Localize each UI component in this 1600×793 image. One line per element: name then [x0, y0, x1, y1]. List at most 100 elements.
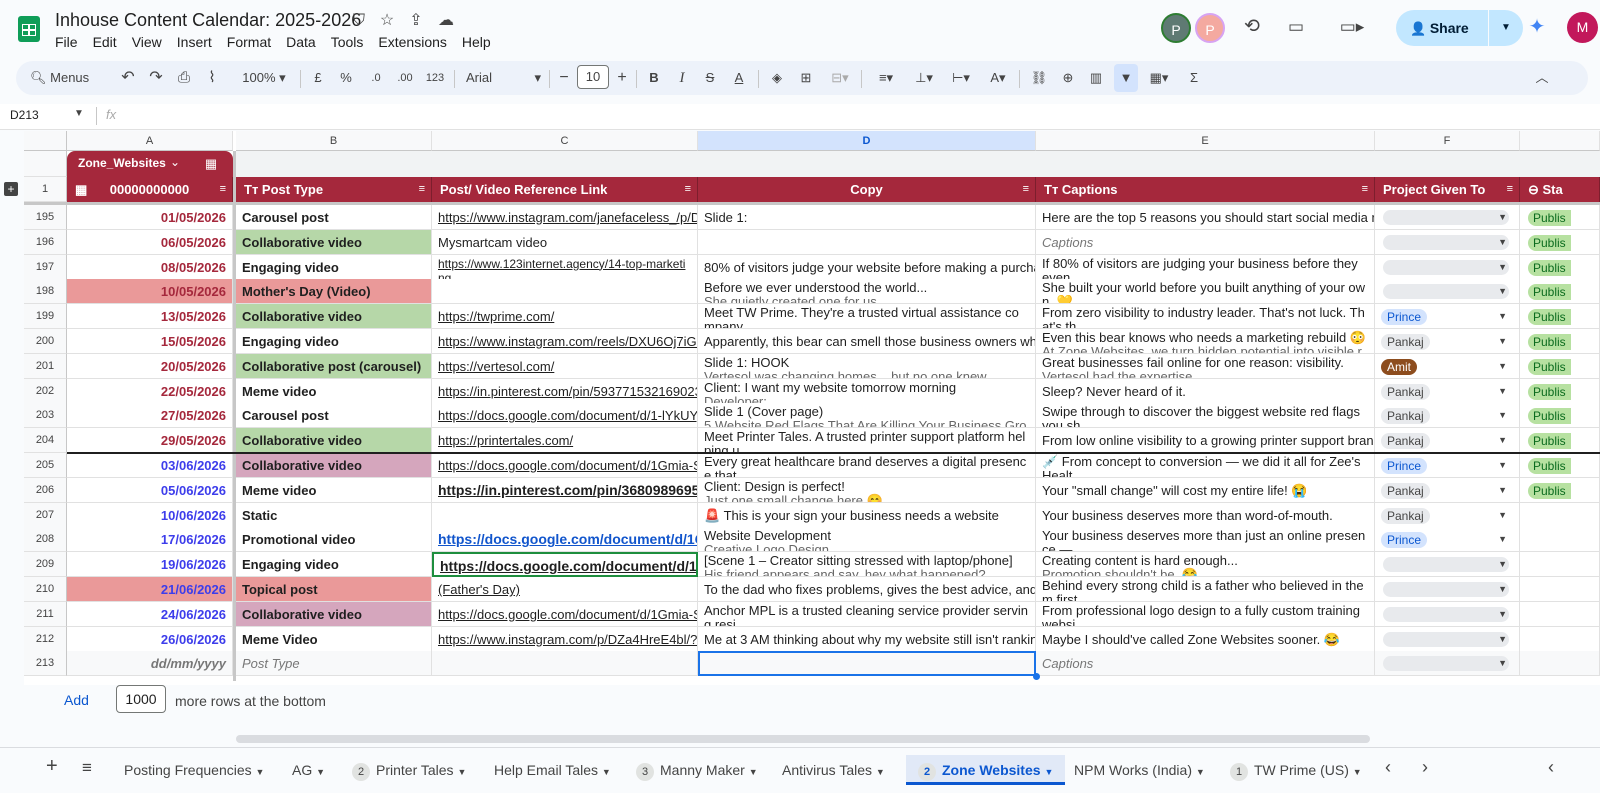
reference-link-cell[interactable]: https://www.instagram.com/janefaceless_/…: [432, 205, 698, 230]
date-cell[interactable]: 05/06/2026: [67, 477, 233, 503]
caption-cell[interactable]: Here are the top 5 reasons you should st…: [1036, 205, 1375, 230]
project-cell[interactable]: Pankaj ▼: [1375, 403, 1520, 429]
cloud-icon[interactable]: ☁: [436, 11, 456, 31]
row-number[interactable]: 210: [24, 577, 67, 602]
strikethrough-icon[interactable]: S: [702, 61, 718, 95]
copy-cell[interactable]: Meet TW Prime. They're a trusted virtual…: [698, 304, 1036, 330]
post-type-cell[interactable]: Engaging video: [236, 552, 432, 578]
sheet-tab[interactable]: NPM Works (India) ▼: [1062, 755, 1217, 785]
status-cell[interactable]: Publis: [1520, 304, 1600, 330]
caption-cell[interactable]: If 80% of visitors are judging your busi…: [1036, 254, 1375, 280]
reference-link-cell[interactable]: https://vertesol.com/: [432, 353, 698, 379]
caption-cell[interactable]: Your "small change" will cost my entire …: [1036, 477, 1375, 503]
name-box[interactable]: D213: [10, 108, 39, 122]
post-type-cell[interactable]: Promotional video: [236, 527, 432, 553]
name-box-dropdown-icon[interactable]: ▼: [74, 108, 84, 119]
project-cell[interactable]: ▼: [1375, 626, 1520, 652]
project-cell[interactable]: Pankaj ▼: [1375, 428, 1520, 454]
status-cell[interactable]: Publis: [1520, 229, 1600, 255]
sheet-tab[interactable]: Antivirus Tales ▼: [770, 755, 897, 785]
date-cell[interactable]: 27/05/2026: [67, 403, 233, 429]
header-status[interactable]: ⊖ Sta: [1520, 177, 1600, 202]
post-type-cell[interactable]: Engaging video: [236, 254, 432, 280]
header-date[interactable]: ▦ 00000000000 ≡: [67, 177, 233, 202]
status-cell[interactable]: [1520, 502, 1600, 528]
post-type-cell[interactable]: Carousel post: [236, 205, 432, 230]
post-type-cell[interactable]: Meme video: [236, 477, 432, 503]
sheet-tab[interactable]: AG ▼: [280, 755, 337, 785]
caption-cell[interactable]: Sleep? Never heard of it.: [1036, 378, 1375, 404]
functions-icon[interactable]: Σ: [1184, 61, 1204, 95]
status-cell[interactable]: [1520, 601, 1600, 627]
merge-cells-icon[interactable]: ⊟▾: [827, 61, 853, 95]
date-cell[interactable]: 29/05/2026: [67, 428, 233, 454]
project-cell[interactable]: ▼: [1375, 279, 1520, 305]
copy-cell[interactable]: Apparently, this bear can smell those bu…: [698, 329, 1036, 354]
borders-icon[interactable]: ⊞: [797, 61, 815, 95]
row-number[interactable]: 204: [24, 428, 67, 454]
project-cell[interactable]: ▼: [1375, 601, 1520, 627]
menu-format[interactable]: Format: [227, 33, 271, 51]
font-size-decrease[interactable]: −: [556, 61, 572, 95]
project-cell[interactable]: ▼: [1375, 205, 1520, 230]
copy-cell[interactable]: Meet Printer Tales. A trusted printer su…: [698, 428, 1036, 454]
text-color-icon[interactable]: A: [730, 61, 748, 95]
project-cell[interactable]: ▼: [1375, 552, 1520, 578]
row-number[interactable]: 205: [24, 453, 67, 478]
project-cell[interactable]: Pankaj ▼: [1375, 477, 1520, 503]
row-number[interactable]: 198: [24, 279, 67, 305]
menu-tools[interactable]: Tools: [331, 33, 364, 51]
header-project-given-to[interactable]: Project Given To ≡: [1375, 177, 1520, 202]
date-cell[interactable]: 13/05/2026: [67, 304, 233, 330]
row-number[interactable]: 209: [24, 552, 67, 578]
post-type-cell[interactable]: Meme video: [236, 378, 432, 404]
header-copy[interactable]: Copy ≡: [698, 177, 1036, 202]
caption-cell[interactable]: Your business deserves more than just an…: [1036, 527, 1375, 553]
header-captions[interactable]: Tт Captions ≡: [1036, 177, 1375, 202]
paint-format-icon[interactable]: ⌇: [202, 61, 222, 95]
caption-cell[interactable]: Captions: [1036, 651, 1375, 677]
reference-link-cell[interactable]: https://www.instagram.com/reels/DXU6Oj7i…: [432, 329, 698, 354]
status-cell[interactable]: [1520, 527, 1600, 553]
copy-cell[interactable]: Anchor MPL is a trusted cleaning service…: [698, 601, 1036, 627]
comment-icon[interactable]: ▭: [1286, 17, 1306, 37]
date-cell[interactable]: 20/05/2026: [67, 353, 233, 379]
undo-icon[interactable]: ↶: [118, 61, 138, 95]
chart-icon[interactable]: ▥: [1086, 61, 1106, 95]
sheet-tab[interactable]: Posting Frequencies ▼: [112, 755, 276, 785]
caption-cell[interactable]: Even this bear knows who needs a marketi…: [1036, 329, 1375, 354]
reference-link-cell[interactable]: https://docs.google.com/document/d/1Gmia…: [432, 453, 698, 478]
print-icon[interactable]: ⎙: [174, 61, 194, 95]
project-cell[interactable]: ▼: [1375, 229, 1520, 255]
post-type-cell[interactable]: Collaborative post (carousel): [236, 353, 432, 379]
reference-link-cell[interactable]: https://docs.google.com/document/d/1G: [432, 552, 698, 578]
caption-cell[interactable]: Your business deserves more than word-of…: [1036, 502, 1375, 528]
post-type-cell[interactable]: Collaborative video: [236, 229, 432, 255]
italic-icon[interactable]: I: [674, 61, 690, 95]
reference-link-cell[interactable]: (Father's Day): [432, 577, 698, 602]
reference-link-cell[interactable]: [432, 651, 698, 677]
status-cell[interactable]: Publis: [1520, 477, 1600, 503]
account-avatar[interactable]: M: [1567, 12, 1598, 43]
reference-link-cell[interactable]: Mysmartcam video: [432, 229, 698, 255]
date-cell[interactable]: 03/06/2026: [67, 453, 233, 478]
date-cell[interactable]: 15/05/2026: [67, 329, 233, 354]
project-cell[interactable]: Prince ▼: [1375, 527, 1520, 553]
avatar[interactable]: P: [1161, 13, 1191, 43]
caption-cell[interactable]: 💉 From concept to conversion — we did it…: [1036, 453, 1375, 478]
scroll-tabs-right-icon[interactable]: ›: [1422, 757, 1428, 778]
copy-cell[interactable]: To the dad who fixes problems, gives the…: [698, 577, 1036, 602]
caption-cell[interactable]: Behind every strong child is a father wh…: [1036, 577, 1375, 602]
status-cell[interactable]: [1520, 552, 1600, 578]
currency-button[interactable]: £: [309, 61, 327, 95]
post-type-cell[interactable]: Carousel post: [236, 403, 432, 429]
menu-view[interactable]: View: [132, 33, 162, 51]
sheet-tab[interactable]: 3 Manny Maker ▼: [624, 755, 770, 785]
caption-cell[interactable]: Captions: [1036, 229, 1375, 255]
status-cell[interactable]: Publis: [1520, 428, 1600, 454]
status-cell[interactable]: Publis: [1520, 329, 1600, 354]
reference-link-cell[interactable]: https://www.123internet.agency/14-top-ma…: [432, 254, 698, 280]
date-cell[interactable]: 26/06/2026: [67, 626, 233, 652]
rows-count-input[interactable]: 1000: [116, 685, 166, 713]
sidebar-toggle-icon[interactable]: ‹: [1548, 757, 1554, 778]
